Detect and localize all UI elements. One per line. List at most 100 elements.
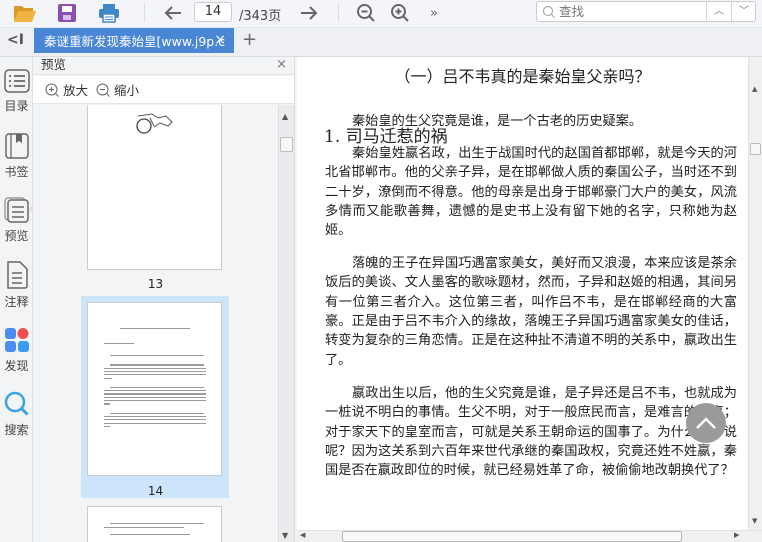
text-line: 姬。	[325, 223, 352, 239]
sidebar-item-search[interactable]: 搜索	[0, 391, 33, 438]
collapse-sidebar-button[interactable]: <I	[7, 32, 24, 48]
sidebar-item-label: 搜索	[4, 423, 29, 437]
text-line: 二十岁，潦倒而不得意。他的母亲是出身于邯郸豪门大户的美女，风流	[325, 184, 737, 200]
tab-title: 秦谜重新发现秦始皇[www.j9p.c	[44, 34, 226, 49]
list-icon	[3, 69, 30, 93]
left-sidebar: 目录 书签 预览 注释 发现 搜索	[0, 57, 34, 542]
close-tab-button[interactable]: ×	[214, 32, 226, 48]
thumbnail-text-line	[104, 343, 134, 345]
thumbnail-text-line	[104, 419, 206, 421]
zoom-out-label: 缩小	[114, 83, 140, 98]
tab-document[interactable]: 秦谜重新发现秦始皇[www.j9p.c ×	[34, 28, 234, 53]
scroll-thumb[interactable]	[280, 137, 293, 152]
thumbnail-text-line	[104, 393, 206, 395]
text-line: 秦始皇姓嬴名政，出生于战国时代的赵国首都邯郸，就是今天的河	[352, 146, 737, 161]
search-input[interactable]	[559, 3, 699, 20]
document-vertical-scrollbar[interactable]: ▲ ▼	[748, 57, 762, 530]
next-page-button[interactable]	[297, 2, 321, 24]
page-thumbnail-13[interactable]	[87, 105, 222, 270]
preview-icon	[3, 197, 29, 223]
scroll-down-arrow[interactable]: ▼	[282, 531, 288, 540]
thumbnail-text-line	[104, 425, 110, 428]
sidebar-item-notes[interactable]: 注释	[0, 261, 33, 310]
thumbnail-text-line	[110, 364, 204, 366]
document-page: （一）吕不韦真的是秦始皇父亲吗？ 1. 司马迁惹的祸 秦始皇的生父究竟是谁，是一…	[297, 57, 748, 530]
preview-panel: 预览 × 放大 缩小 13 14 ▲ ▼	[33, 57, 295, 542]
text-line: 了。	[325, 352, 352, 368]
text-line: 秦始皇的生父究竟是谁，是一个古老的历史疑案。	[352, 114, 643, 129]
thumbnail-text-line	[104, 527, 184, 529]
back-to-top-button[interactable]	[686, 403, 726, 443]
zoom-in-label: 放大	[63, 83, 89, 98]
print-button[interactable]	[97, 2, 121, 24]
note-icon	[6, 261, 28, 289]
arrow-right-icon	[301, 6, 318, 20]
open-button[interactable]	[12, 2, 38, 24]
thumbnail-text-line	[110, 523, 204, 525]
search-next-button[interactable]: ﹀	[731, 2, 756, 21]
page-thumbnail-14[interactable]	[87, 302, 222, 476]
thumbnail-text-line	[104, 370, 206, 373]
sidebar-item-bookmarks[interactable]: 书签	[0, 133, 33, 180]
text-line: 一桩说不明白的事情。生父不明，对于一般庶民而言，是难言的家事；	[325, 405, 737, 421]
scroll-up-arrow[interactable]: ▲	[752, 85, 757, 93]
text-line: 有一位第三者介入。这位第三者，叫作吕不韦，是在邯郸经商的大富	[325, 294, 737, 310]
new-tab-button[interactable]: +	[242, 29, 257, 50]
chevron-up-icon	[696, 417, 716, 429]
text-line: 落魄的王子在异国巧遇富家美女，美好而又浪漫，本来应该是茶余	[352, 256, 737, 271]
page-number-input[interactable]: 14	[194, 2, 232, 22]
folder-open-icon	[14, 6, 36, 22]
thumbnail-text-line	[104, 403, 110, 405]
text-line: 国是否在嬴政即位的时候，就已经易姓革了命，被偷偷地改朝换代了？	[325, 463, 734, 479]
save-button[interactable]	[56, 2, 78, 24]
scroll-left-arrow[interactable]: ◀	[300, 531, 305, 539]
page-thumbnail-15[interactable]	[87, 506, 222, 542]
scroll-thumb[interactable]	[342, 531, 682, 542]
text-line: 饭后的美谈、文人墨客的歌咏题材，然而，子异和赵姬的相遇，其间另	[325, 275, 737, 291]
zoom-in-button[interactable]	[389, 2, 411, 24]
sidebar-item-discover[interactable]: 发现	[0, 327, 33, 374]
divider	[338, 4, 339, 22]
thumbnail-scrollbar[interactable]: ▲ ▼	[278, 105, 294, 542]
total-pages: /343页	[239, 9, 282, 24]
text-line: 嬴政出生以后，他的生父究竟是谁，是子异还是吕不韦，也就成为	[352, 386, 737, 401]
sidebar-item-toc[interactable]: 目录	[0, 69, 33, 114]
text-line: 转变为复杂的三角恋情。正是在这种扯不清道不明的关系中，嬴政出生	[325, 333, 737, 349]
document-horizontal-scrollbar[interactable]: ◀ ▶	[297, 530, 762, 542]
scroll-down-arrow[interactable]: ▼	[752, 517, 757, 525]
zoom-row: 放大 缩小	[33, 76, 294, 104]
sidebar-item-label: 目录	[4, 99, 29, 113]
page-number-label: 13	[147, 277, 164, 291]
zoom-in-icon	[45, 83, 59, 97]
print-icon	[99, 4, 119, 23]
search-prev-button[interactable]: ︿	[706, 2, 731, 21]
text-line: 北省邯郸市。他的父亲子异，是在邯郸做人质的秦国公子，当时还不到	[325, 165, 737, 181]
thumbnail-text-line	[110, 412, 204, 414]
thumbnail-text-line	[104, 400, 206, 402]
search-box: ︿ ﹀	[536, 1, 756, 22]
sidebar-item-label: 预览	[4, 229, 29, 243]
text-line: 多情而又能歌善舞，遗憾的是史书上没有留下她的名字，只称她为赵	[325, 203, 737, 219]
thumbnail-text-line	[120, 328, 190, 330]
chapter-title: （一）吕不韦真的是秦始皇父亲吗？	[394, 67, 651, 86]
save-icon	[58, 4, 76, 22]
thumb-zoom-in-button[interactable]: 放大	[45, 80, 88, 99]
arrow-left-icon	[164, 6, 181, 20]
sidebar-item-label: 书签	[4, 165, 29, 179]
apps-icon	[4, 328, 29, 352]
text-line: 呢？因为这关系到六百年来世代承继的秦国政权，究竟还姓不姓嬴，秦	[325, 443, 737, 459]
zoom-out-button[interactable]	[355, 2, 377, 24]
scroll-right-arrow[interactable]: ▶	[734, 531, 739, 539]
scroll-thumb[interactable]	[750, 143, 761, 155]
close-panel-button[interactable]: ×	[276, 57, 287, 73]
thumbnail-list: 13 14	[33, 105, 278, 542]
thumbnail-text-line	[110, 534, 190, 536]
thumbnail-text-line	[110, 355, 204, 357]
zoom-in-icon	[391, 4, 409, 22]
thumbnail-text-line	[104, 377, 112, 379]
thumb-zoom-out-button[interactable]: 缩小	[96, 80, 139, 99]
more-icon[interactable]: »	[426, 2, 442, 24]
thumbnail-text-line	[104, 396, 206, 398]
prev-page-button[interactable]	[161, 2, 185, 24]
scroll-up-arrow[interactable]: ▲	[282, 112, 288, 121]
